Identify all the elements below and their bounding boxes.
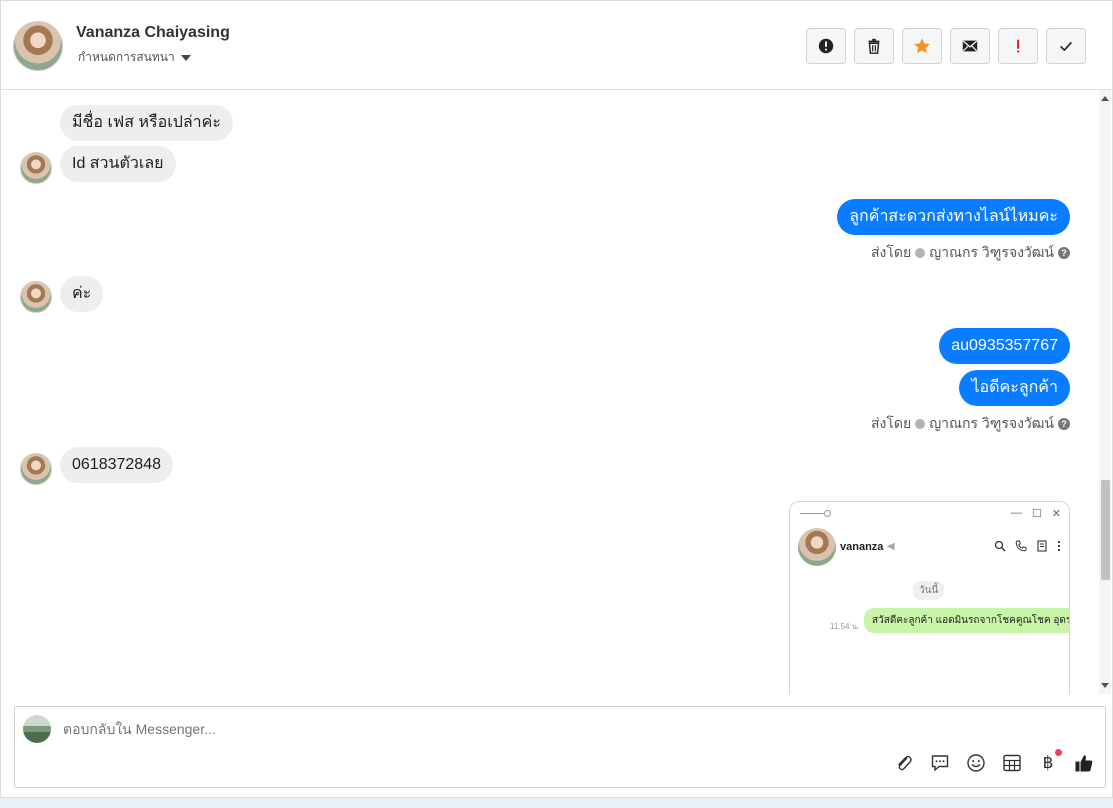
phone-icon [1015, 540, 1027, 552]
page-avatar [23, 715, 51, 743]
speech-bubble-icon [931, 755, 949, 772]
conversation-header: Vananza Chaiyasing กำหนดการสนทนา [1, 1, 1112, 90]
contact-avatar-small [20, 152, 52, 184]
like-button[interactable] [1073, 752, 1095, 774]
contact-name[interactable]: Vananza Chaiyasing [76, 24, 230, 42]
important-icon [1017, 39, 1020, 53]
maximize-icon: ☐ [1031, 508, 1042, 520]
scroll-up-arrow-icon[interactable] [1101, 96, 1109, 101]
baht-icon: ฿ [1042, 753, 1054, 772]
window-titlebar-decoration [800, 510, 831, 518]
close-icon: ✕ [1051, 508, 1061, 520]
table-button[interactable] [1001, 752, 1023, 774]
more-icon [1057, 540, 1061, 552]
paperclip-icon [897, 755, 912, 771]
sent-by-agent: ญาณกร วิฑูรจงวัฒน์ [929, 415, 1054, 431]
reply-input[interactable] [63, 721, 663, 737]
sent-by-label: ส่งโดย [871, 244, 912, 260]
help-icon[interactable]: ? [1058, 418, 1070, 430]
messages-scrollbar[interactable] [1099, 90, 1111, 694]
speaker-icon: ◀ [887, 541, 895, 552]
scroll-thumb[interactable] [1101, 480, 1110, 580]
emoji-button[interactable] [965, 752, 987, 774]
delete-button[interactable] [854, 28, 894, 64]
mark-done-button[interactable] [1046, 28, 1086, 64]
chat-toolbar [994, 540, 1061, 552]
important-button[interactable] [998, 28, 1038, 64]
assign-conversation-dropdown[interactable]: กำหนดการสนทนา [78, 48, 191, 67]
mail-icon [962, 40, 978, 52]
conversation-panel: Vananza Chaiyasing กำหนดการสนทนา มีชื่อ … [0, 0, 1113, 798]
header-actions [806, 28, 1086, 64]
incoming-message[interactable]: 0618372848 [60, 447, 173, 483]
payment-button[interactable]: ฿ [1037, 749, 1062, 774]
check-icon [1060, 41, 1072, 52]
thumbs-up-icon [1075, 755, 1093, 772]
outgoing-message[interactable]: au0935357767 [939, 328, 1070, 364]
assign-label: กำหนดการสนทนา [78, 50, 175, 64]
attach-file-button[interactable] [893, 752, 915, 774]
incoming-message[interactable]: ค่ะ [60, 276, 104, 312]
minimize-icon: — [1010, 507, 1022, 519]
help-icon[interactable]: ? [1058, 247, 1070, 259]
contact-avatar[interactable] [13, 21, 63, 71]
sent-by-agent: ญาณกร วิฑูรจงวัฒน์ [929, 244, 1054, 260]
report-icon [818, 38, 834, 54]
incoming-message[interactable]: Id สวนตัวเลย [60, 146, 176, 182]
chat-avatar [798, 528, 836, 566]
chat-message-bubble: สวัสดีคะลูกค้า แอดมินรถจากโชคคูณโชค อุดร… [864, 608, 1069, 633]
image-attachment[interactable]: — ☐ ✕ vananza ◀ วันนี้ 11.54 น. สวัสดีคะ… [789, 501, 1070, 694]
window-controls: — ☐ ✕ [1011, 507, 1061, 520]
emoji-icon [967, 754, 985, 772]
composer-tools: ฿ [893, 749, 1095, 774]
reply-composer: ฿ [14, 706, 1106, 788]
chat-message-time: 11.54 น. [830, 622, 860, 631]
note-icon [1037, 540, 1047, 552]
verified-icon [915, 419, 926, 429]
notification-dot [1055, 749, 1062, 756]
contact-avatar-small [20, 453, 52, 485]
verified-icon [915, 248, 926, 258]
table-icon [1003, 754, 1021, 772]
outgoing-message[interactable]: ลูกค้าสะดวกส่งทางไลน์ไหมคะ [837, 199, 1070, 235]
saved-replies-button[interactable] [929, 752, 951, 774]
chat-contact-name: vananza [840, 541, 884, 553]
star-button[interactable] [902, 28, 942, 64]
scroll-down-arrow-icon[interactable] [1101, 683, 1109, 688]
sent-by-label: ส่งโดย [871, 415, 912, 431]
star-icon [914, 38, 930, 54]
sent-by-info: ส่งโดย ญาณกร วิฑูรจงวัฒน์ ? [871, 413, 1070, 435]
search-icon [994, 540, 1006, 552]
caret-down-icon [180, 55, 191, 61]
chat-date-label: วันนี้ [913, 581, 945, 600]
mark-unread-button[interactable] [950, 28, 990, 64]
sent-by-info: ส่งโดย ญาณกร วิฑูรจงวัฒน์ ? [871, 242, 1070, 264]
contact-avatar-small [20, 281, 52, 313]
report-button[interactable] [806, 28, 846, 64]
trash-icon [868, 38, 880, 54]
outgoing-message[interactable]: ไอดีคะลูกค้า [959, 370, 1070, 406]
incoming-message[interactable]: มีชื่อ เฟส หรือเปล่าค่ะ [60, 105, 233, 141]
